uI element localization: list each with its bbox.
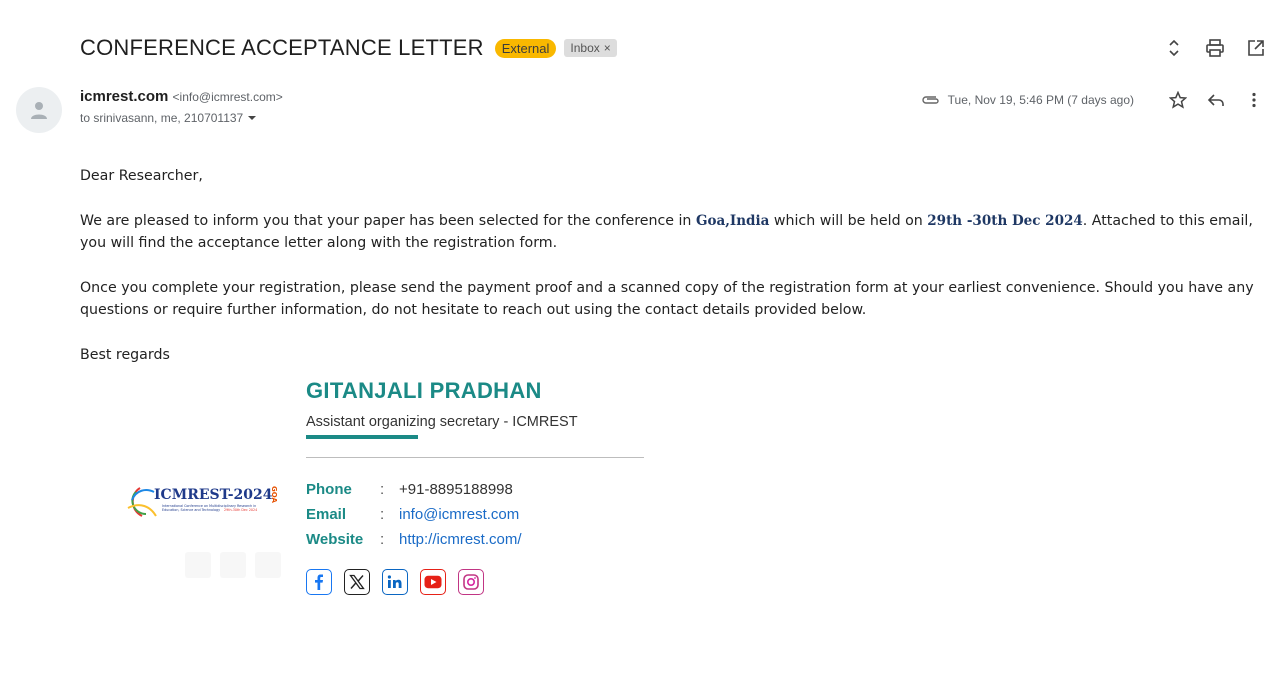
icmrest-logo: ICMREST-2024 GOA International Conferenc… xyxy=(127,486,278,517)
logo-title: ICMREST-2024 xyxy=(154,487,273,503)
subject-row: CONFERENCE ACCEPTANCE LETTER External In… xyxy=(80,32,617,64)
separator: : xyxy=(380,506,385,523)
youtube-icon[interactable] xyxy=(420,569,446,595)
placeholder-image xyxy=(220,552,246,578)
signature-title: Assistant organizing secretary - ICMREST xyxy=(306,414,578,430)
print-icon[interactable] xyxy=(1203,36,1227,60)
star-icon[interactable] xyxy=(1166,88,1190,112)
website-label: Website xyxy=(306,531,364,548)
message-date: Tue, Nov 19, 5:46 PM (7 days ago) xyxy=(947,93,1134,107)
sender-name[interactable]: icmrest.com xyxy=(80,88,168,105)
remove-label-button[interactable]: × xyxy=(604,41,611,55)
placeholder-image xyxy=(255,552,281,578)
p1-middle: which will be held on xyxy=(769,212,928,229)
chevron-down-icon[interactable] xyxy=(247,114,257,122)
thread-toolbar xyxy=(1162,36,1268,60)
signature-divider xyxy=(306,457,644,458)
placeholder-image xyxy=(185,552,211,578)
facebook-icon[interactable] xyxy=(306,569,332,595)
logo-sub-3: 29th-30th Dec 2024 xyxy=(224,508,257,512)
unfold-icon[interactable] xyxy=(1162,36,1186,60)
external-badge: External xyxy=(494,38,557,58)
social-links xyxy=(306,569,484,595)
closing: Best regards xyxy=(80,346,170,363)
logo-sub-2: Education, Science and Technology xyxy=(162,508,220,512)
conference-location: Goa,India xyxy=(695,212,770,229)
paragraph-2: Once you complete your registration, ple… xyxy=(80,279,1254,319)
instagram-icon[interactable] xyxy=(458,569,484,595)
p1-before: We are pleased to inform you that your p… xyxy=(80,212,696,229)
recipients-line[interactable]: to srinivasann, me, 210701137 xyxy=(80,111,257,125)
phone-label: Phone xyxy=(306,481,352,498)
sender-avatar[interactable] xyxy=(16,87,62,133)
sender-email: <info@icmrest.com> xyxy=(172,90,283,104)
separator: : xyxy=(380,481,385,498)
email-label: Email xyxy=(306,506,347,523)
message-meta: Tue, Nov 19, 5:46 PM (7 days ago) xyxy=(921,88,1266,112)
phone-value: +91-8895188998 xyxy=(399,481,513,498)
more-vert-icon[interactable] xyxy=(1242,88,1266,112)
inbox-label: Inbox xyxy=(570,41,600,55)
email-link[interactable]: info@icmrest.com xyxy=(399,506,519,523)
logo-goa: GOA xyxy=(270,486,278,504)
recipients-text: to srinivasann, me, 210701137 xyxy=(80,111,244,125)
attachment-icon xyxy=(922,96,939,104)
inbox-label-chip[interactable]: Inbox × xyxy=(564,39,617,57)
reply-icon[interactable] xyxy=(1204,88,1228,112)
contact-phone-row: Phone : +91-8895188998 xyxy=(306,481,513,498)
conference-dates: 29th -30th Dec 2024 xyxy=(927,212,1083,229)
greeting: Dear Researcher, xyxy=(80,168,203,184)
linkedin-icon[interactable] xyxy=(382,569,408,595)
contact-website-row: Website : http://icmrest.com/ xyxy=(306,531,522,548)
contact-email-row: Email : info@icmrest.com xyxy=(306,506,519,523)
separator: : xyxy=(380,531,385,548)
message-body: Dear Researcher, We are pleased to infor… xyxy=(80,165,1265,388)
sender-line: icmrest.com <info@icmrest.com> xyxy=(80,88,283,105)
signature-accent-bar xyxy=(306,435,418,439)
signature-name: GITANJALI PRADHAN xyxy=(306,378,542,403)
email-subject: CONFERENCE ACCEPTANCE LETTER xyxy=(80,35,484,60)
paragraph-1: We are pleased to inform you that your p… xyxy=(80,210,1265,255)
x-icon[interactable] xyxy=(344,569,370,595)
open-in-new-icon[interactable] xyxy=(1244,36,1268,60)
website-link[interactable]: http://icmrest.com/ xyxy=(399,531,522,548)
